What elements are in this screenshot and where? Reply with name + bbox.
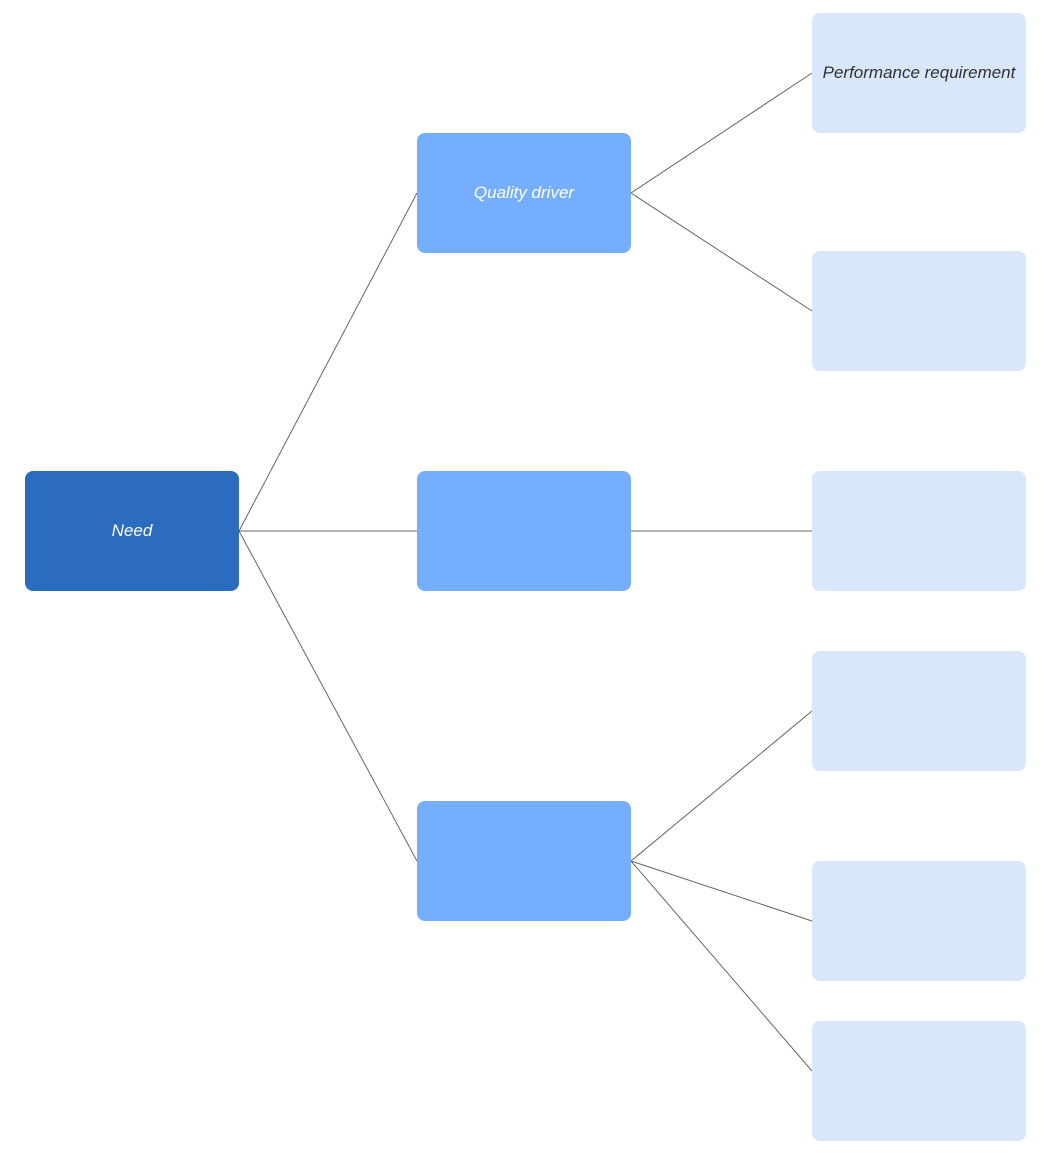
node-performance-requirement-c1[interactable] (812, 651, 1026, 771)
node-label: Performance requirement (823, 62, 1016, 84)
node-performance-requirement-c2[interactable] (812, 861, 1026, 981)
node-label: Quality driver (474, 182, 574, 204)
node-label: Need (112, 520, 153, 542)
node-performance-requirement-b1[interactable] (812, 471, 1026, 591)
node-quality-driver-c[interactable] (417, 801, 631, 921)
node-quality-driver-a[interactable]: Quality driver (417, 133, 631, 253)
node-performance-requirement-c3[interactable] (812, 1021, 1026, 1141)
node-performance-requirement-a2[interactable] (812, 251, 1026, 371)
node-need[interactable]: Need (25, 471, 239, 591)
node-performance-requirement-a1[interactable]: Performance requirement (812, 13, 1026, 133)
node-quality-driver-b[interactable] (417, 471, 631, 591)
